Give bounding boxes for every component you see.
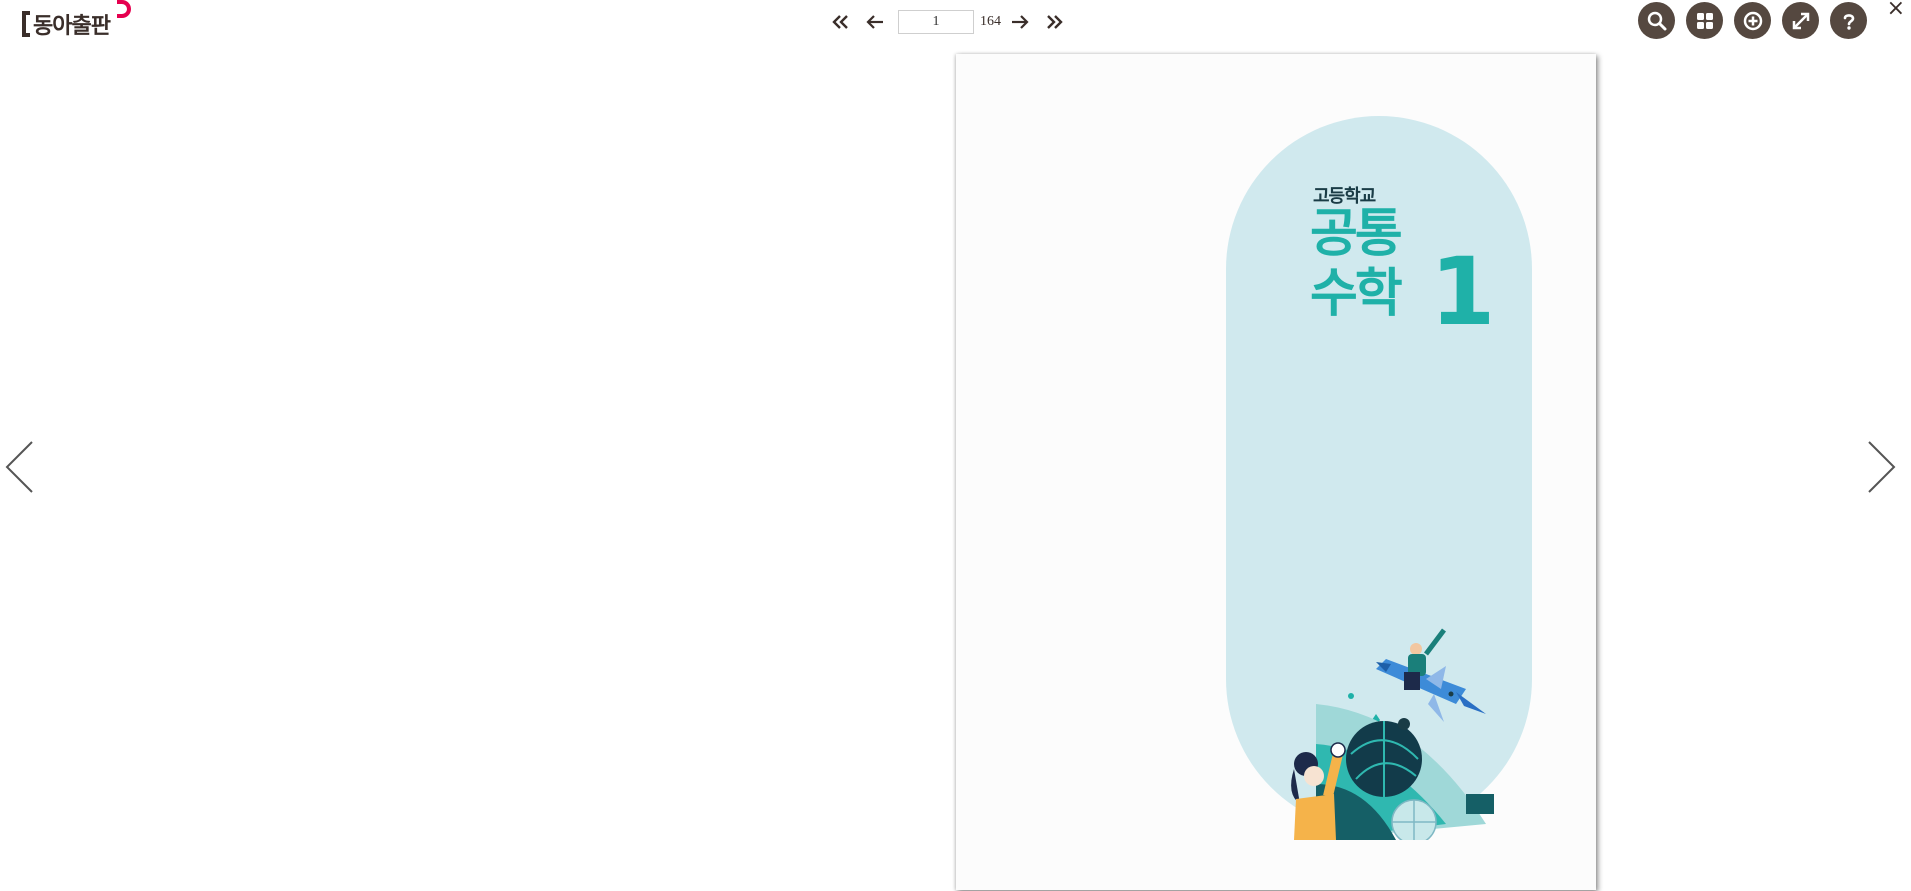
search-icon xyxy=(1647,11,1666,30)
total-pages: 164 xyxy=(980,14,1001,29)
logo-text: 동아출판 xyxy=(33,14,111,39)
logo-bracket-mark xyxy=(22,11,30,37)
cover-title: 공통 수학 xyxy=(1310,204,1403,324)
cover-illustration xyxy=(1291,628,1494,840)
rocket-illustration xyxy=(1376,628,1486,722)
fullscreen-icon xyxy=(1792,12,1809,29)
brand-logo[interactable]: 동아출판 xyxy=(22,0,131,40)
book-cover-page[interactable]: 고등학교 공통 수학 1 xyxy=(956,54,1596,890)
help-icon xyxy=(1843,13,1854,30)
ebook-viewer: 동아출판 164 xyxy=(0,0,1911,891)
next-spread-arrow[interactable] xyxy=(1867,440,1897,494)
zoom-in-icon xyxy=(1743,11,1762,30)
grid-icon xyxy=(1696,12,1713,29)
last-page-button[interactable] xyxy=(1037,8,1071,36)
cover-title-line2: 수학 xyxy=(1310,264,1403,324)
next-page-button[interactable] xyxy=(1003,8,1037,36)
prev-page-button[interactable] xyxy=(858,8,892,36)
search-button[interactable] xyxy=(1638,2,1675,39)
arrow-left-icon xyxy=(866,15,883,29)
cover-title-line1: 공통 xyxy=(1310,204,1403,264)
double-chevron-right-icon xyxy=(1047,15,1063,29)
page-navigation: 164 xyxy=(824,6,1071,38)
current-page-input[interactable] xyxy=(898,10,974,34)
chevron-left-icon xyxy=(5,441,33,493)
prev-spread-arrow[interactable] xyxy=(4,440,34,494)
first-page-button[interactable] xyxy=(824,8,858,36)
help-button[interactable] xyxy=(1830,2,1867,39)
logo-accent-mark xyxy=(117,0,131,18)
chevron-right-icon xyxy=(1868,441,1896,493)
thumbnails-button[interactable] xyxy=(1686,2,1723,39)
cover-number: 1 xyxy=(1430,238,1495,347)
zoom-in-button[interactable] xyxy=(1734,2,1771,39)
double-chevron-left-icon xyxy=(832,15,848,29)
fullscreen-button[interactable] xyxy=(1782,2,1819,39)
arrow-right-icon xyxy=(1012,15,1029,29)
close-button[interactable]: × xyxy=(1887,0,1905,21)
toolbar-tools xyxy=(1638,2,1867,39)
